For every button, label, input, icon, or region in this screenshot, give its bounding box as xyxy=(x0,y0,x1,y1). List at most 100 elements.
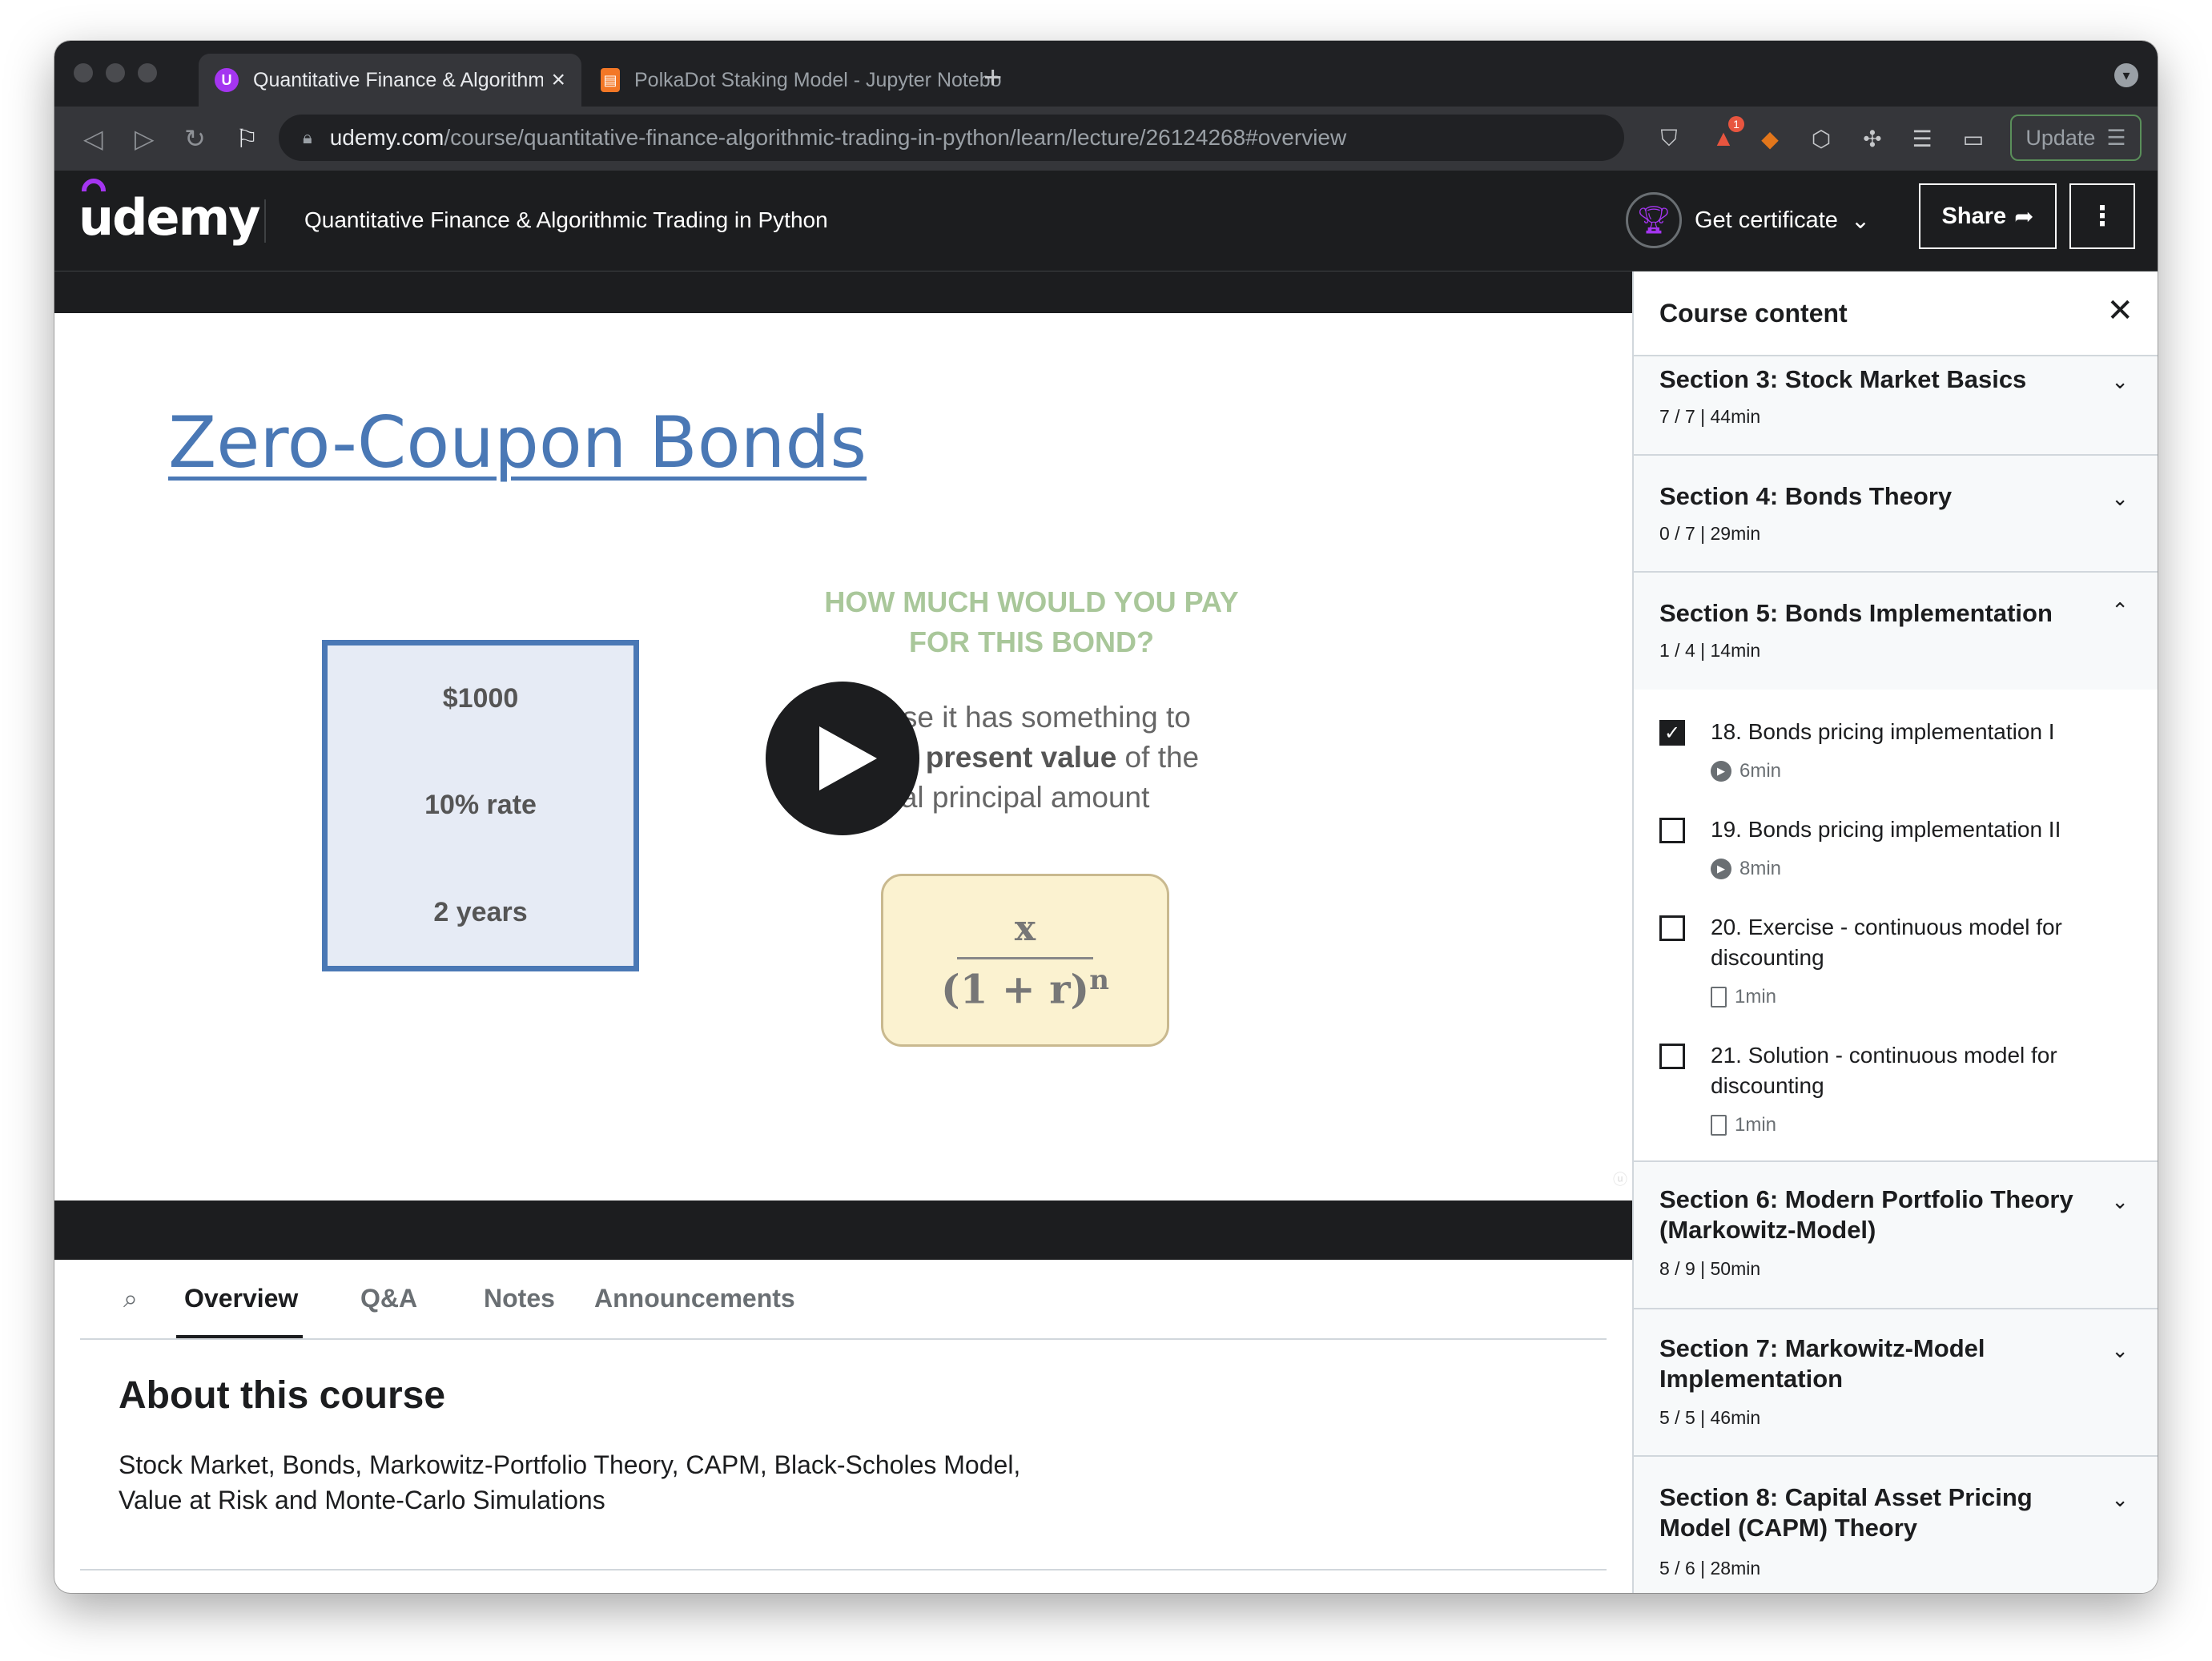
play-icon: ▶ xyxy=(1711,761,1731,782)
section-5[interactable]: Section 5: Bonds Implementation 1 / 4 | … xyxy=(1634,573,2158,690)
course-tabs: ⌕ Overview Q&A Notes Announcements xyxy=(80,1260,1607,1340)
tab-search-icon[interactable]: ▾ xyxy=(2114,63,2138,87)
video-player[interactable]: Zero-Coupon Bonds $1000 10% rate 2 years… xyxy=(54,271,1632,1260)
slide-title: Zero-Coupon Bonds xyxy=(168,401,867,484)
reload-icon[interactable]: ↻ xyxy=(184,121,206,156)
update-label: Update xyxy=(2025,125,2096,150)
explain-line: urse it has something to xyxy=(876,701,1191,734)
sidebar-header: Course content ✕ xyxy=(1634,271,2158,356)
reading-list-icon[interactable]: ☰ xyxy=(1906,123,1938,155)
chevron-down-icon: ⌄ xyxy=(2111,1487,2129,1511)
tab-qa[interactable]: Q&A xyxy=(360,1284,417,1313)
play-button[interactable] xyxy=(766,682,919,835)
brave-rewards-icon[interactable]: ▲ 1 xyxy=(1707,116,1744,155)
slide-question: HOW MUCH WOULD YOU PAY FOR THIS BOND? xyxy=(824,585,1239,658)
explain-text: of the xyxy=(1116,741,1200,774)
section-stats: 0 / 7 | 29min xyxy=(1659,523,1761,544)
completed-checkbox[interactable] xyxy=(1659,915,1685,941)
present-value-formula: x (1 + r)n xyxy=(881,874,1169,1047)
browser-tab-udemy[interactable]: U Quantitative Finance & Algorithmic Tra… xyxy=(199,54,581,107)
section-stats: 5 / 6 | 28min xyxy=(1659,1558,1761,1579)
jupyter-icon: ▤ xyxy=(601,68,620,92)
section-title: Section 5: Bonds Implementation xyxy=(1659,599,2053,627)
address-bar[interactable]: 🔒︎ udemy.com /course/quantitative-financ… xyxy=(279,115,1624,161)
chevron-down-icon: ⌄ xyxy=(2111,1189,2129,1213)
chevron-up-icon: ⌃ xyxy=(2111,598,2129,622)
share-button[interactable]: Share ➦ xyxy=(1919,183,2057,249)
completed-checkbox[interactable] xyxy=(1659,818,1685,843)
lecture-duration: 1min xyxy=(1735,1114,1777,1136)
course-title[interactable]: Quantitative Finance & Algorithmic Tradi… xyxy=(304,207,828,233)
chevron-down-icon: ⌄ xyxy=(2111,486,2129,510)
section-7[interactable]: Section 7: Markowitz-Model Implementatio… xyxy=(1634,1309,2158,1457)
section-stats: 5 / 5 | 46min xyxy=(1659,1407,1761,1428)
notification-badge: 1 xyxy=(1728,116,1744,132)
section-title: Section 8: Capital Asset Pricing Model (… xyxy=(1659,1483,2033,1542)
play-icon: ▶ xyxy=(1711,859,1731,879)
minimize-window-button[interactable] xyxy=(106,63,125,82)
file-icon xyxy=(1711,987,1727,1007)
tab-overview[interactable]: Overview xyxy=(184,1284,298,1313)
close-window-button[interactable] xyxy=(74,63,93,82)
play-icon xyxy=(819,726,877,790)
explain-line: the present value of the xyxy=(876,738,1357,778)
section-stats: 7 / 7 | 44min xyxy=(1659,406,1761,427)
formula-denominator: (1 + r)n xyxy=(941,959,1109,1013)
section-8[interactable]: Section 8: Capital Asset Pricing Model (… xyxy=(1634,1457,2158,1593)
lecture-meta: 1min xyxy=(1711,1114,1776,1136)
lock-icon: 🔒︎ xyxy=(303,127,312,147)
box-extension-icon[interactable]: ⬡ xyxy=(1805,123,1837,155)
formula-numerator: x xyxy=(1014,907,1036,949)
about-heading: About this course xyxy=(119,1374,446,1417)
sidebar-title: Course content xyxy=(1659,299,1848,328)
udemy-watermark-icon: ⓤ xyxy=(1613,1172,1627,1188)
tab-title: Quantitative Finance & Algorithmic Tradi… xyxy=(253,68,544,91)
active-tab-indicator xyxy=(176,1335,303,1338)
slide-explanation: urse it has something to the present val… xyxy=(876,698,1357,818)
completed-checkbox[interactable] xyxy=(1659,1044,1685,1069)
trophy-icon: 🏆︎ xyxy=(1626,192,1682,248)
explain-bold: present value xyxy=(925,741,1117,774)
section-stats: 1 / 4 | 14min xyxy=(1659,640,1761,661)
search-icon[interactable]: ⌕ xyxy=(123,1284,138,1314)
lecture-duration: 6min xyxy=(1739,760,1782,782)
close-icon[interactable]: ✕ xyxy=(2106,292,2134,329)
lecture-slide: Zero-Coupon Bonds $1000 10% rate 2 years… xyxy=(54,313,1632,1201)
section-3[interactable]: Section 3: Stock Market Basics 7 / 7 | 4… xyxy=(1634,356,2158,456)
forward-icon[interactable]: ▷ xyxy=(135,121,155,156)
certificate-label: Get certificate xyxy=(1695,207,1838,233)
section-title: Section 3: Stock Market Basics xyxy=(1659,365,2027,393)
get-certificate-button[interactable]: 🏆︎ Get certificate ⌄ xyxy=(1626,187,1870,254)
section-title: Section 6: Modern Portfolio Theory (Mark… xyxy=(1659,1185,2073,1244)
browser-window: U Quantitative Finance & Algorithmic Tra… xyxy=(54,41,2158,1593)
lecture-meta: ▶ 6min xyxy=(1711,760,1781,782)
back-icon[interactable]: ◁ xyxy=(83,121,103,156)
tab-notes[interactable]: Notes xyxy=(484,1284,555,1313)
chevron-down-icon: ⌄ xyxy=(1850,207,1871,234)
bond-rate: 10% rate xyxy=(424,790,537,821)
course-content-sidebar: Course content ✕ Section 3: Stock Market… xyxy=(1632,271,2158,1593)
tab-announcements[interactable]: Announcements xyxy=(594,1284,795,1313)
udemy-logo[interactable]: udemy xyxy=(78,188,261,247)
browser-tab-jupyter[interactable]: ▤ PolkaDot Staking Model - Jupyter Noteb… xyxy=(585,54,1017,107)
brave-shield-icon[interactable]: ⛉ xyxy=(1653,123,1685,155)
puzzle-extensions-icon[interactable]: ✣ xyxy=(1856,123,1888,155)
close-icon[interactable]: × xyxy=(551,66,565,94)
completed-checkbox[interactable]: ✓ xyxy=(1659,720,1685,746)
denominator-exponent: n xyxy=(1089,963,1109,996)
section-4[interactable]: Section 4: Bonds Theory 0 / 7 | 29min ⌄ xyxy=(1634,456,2158,573)
bookmark-icon[interactable]: ⚐ xyxy=(235,121,259,156)
more-options-button[interactable]: ⋮ xyxy=(2069,183,2135,249)
update-button[interactable]: Update ☰ xyxy=(2010,115,2142,161)
new-tab-icon[interactable]: + xyxy=(983,62,1002,94)
bond-parameters-box: $1000 10% rate 2 years xyxy=(322,640,639,971)
header-divider xyxy=(264,199,266,243)
section-stats: 8 / 9 | 50min xyxy=(1659,1258,1761,1279)
menu-icon: ☰ xyxy=(2106,125,2126,150)
metamask-icon[interactable]: ◆ xyxy=(1754,123,1786,155)
wallet-icon[interactable]: ▭ xyxy=(1957,123,1989,155)
section-6[interactable]: Section 6: Modern Portfolio Theory (Mark… xyxy=(1634,1160,2158,1309)
browser-toolbar: ◁ ▷ ↻ ⚐ 🔒︎ udemy.com /course/quantitativ… xyxy=(54,107,2158,171)
chevron-down-icon: ⌄ xyxy=(2111,369,2129,393)
zoom-window-button[interactable] xyxy=(138,63,157,82)
